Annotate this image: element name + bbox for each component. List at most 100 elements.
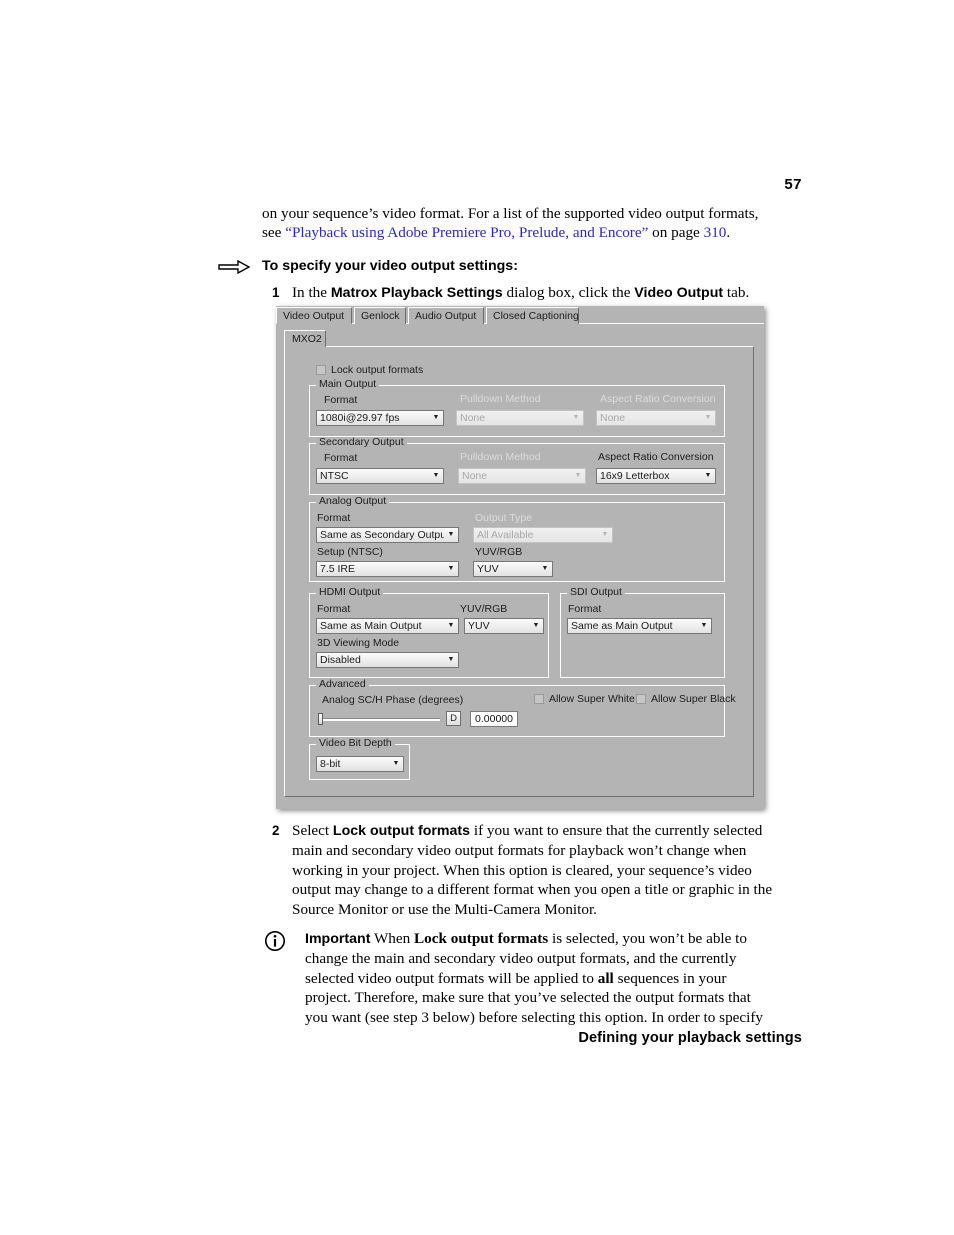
intro-line-2-middle: on page (648, 224, 704, 242)
secondary-output-format-combo[interactable]: NTSC ▼ (316, 468, 444, 484)
main-output-pulldown-value: None (460, 412, 486, 424)
main-output-aspect-combo: None ▼ (596, 410, 716, 426)
allow-super-black-checkbox[interactable] (636, 694, 646, 704)
secondary-output-format-value: NTSC (320, 470, 349, 482)
chevron-down-icon: ▼ (601, 531, 609, 538)
step-2-number: 2 (272, 823, 280, 838)
analog-yuvrgb-combo[interactable]: YUV ▼ (473, 561, 553, 577)
analog-output-format-combo[interactable]: Same as Secondary Output ▼ (316, 527, 459, 543)
allow-super-black-row[interactable]: Allow Super Black (636, 693, 736, 705)
mxo2-panel: Lock output formats Main Output Format P… (284, 346, 754, 797)
analog-sch-phase-label: Analog SC/H Phase (degrees) (322, 694, 464, 706)
tab-video-output-label: Video Output (283, 310, 345, 322)
allow-super-white-row[interactable]: Allow Super White (534, 693, 635, 705)
analog-output-group: Analog Output Format Output Type Same as… (309, 496, 725, 582)
allow-super-black-label: Allow Super Black (651, 693, 736, 705)
intro-line-2-prefix: see (262, 224, 286, 242)
analog-output-type-value: All Available (477, 529, 534, 541)
cross-reference-link[interactable]: “Playback using Adobe Premiere Pro, Prel… (285, 224, 648, 241)
main-output-group: Main Output Format Pulldown Method Aspec… (309, 379, 725, 437)
step-1-bold-1: Matrox Playback Settings (330, 284, 503, 301)
hdmi-format-value: Same as Main Output (320, 620, 422, 632)
main-output-format-combo[interactable]: 1080i@29.97 fps ▼ (316, 410, 444, 426)
analog-output-title: Analog Output (316, 496, 390, 507)
secondary-output-pulldown-value: None (462, 470, 488, 482)
video-bit-depth-combo[interactable]: 8-bit ▼ (316, 756, 404, 772)
sdi-format-value: Same as Main Output (571, 620, 673, 632)
tab-genlock-label: Genlock (361, 310, 400, 322)
step-1-bold-2: Video Output (634, 284, 724, 301)
intro-paragraph: on your sequence’s video format. For a l… (262, 204, 774, 243)
chevron-down-icon: ▼ (574, 472, 582, 479)
secondary-output-format-label: Format (324, 452, 358, 464)
subtab-mxo2-label: MXO2 (292, 333, 322, 345)
chevron-down-icon: ▼ (447, 565, 455, 572)
page-reference-link[interactable]: 310 (704, 224, 727, 241)
slider-thumb[interactable] (318, 713, 323, 725)
main-output-pulldown-label: Pulldown Method (460, 393, 541, 405)
chevron-down-icon: ▼ (541, 565, 549, 572)
tab-audio-output[interactable]: Audio Output (408, 307, 484, 324)
chevron-down-icon: ▼ (704, 414, 712, 421)
video-bit-depth-title: Video Bit Depth (316, 738, 395, 749)
analog-setup-label: Setup (NTSC) (317, 546, 383, 558)
page-footer: Defining your playback settings (578, 1030, 802, 1046)
tab-strip: Video Output Genlock Audio Output Closed… (276, 306, 764, 324)
hdmi-format-combo[interactable]: Same as Main Output ▼ (316, 618, 459, 634)
secondary-output-title: Secondary Output (316, 437, 407, 448)
chevron-down-icon: ▼ (447, 622, 455, 629)
secondary-output-pulldown-label: Pulldown Method (460, 451, 541, 463)
phase-default-button[interactable]: D (446, 711, 461, 726)
advanced-group: Advanced Analog SC/H Phase (degrees) D 0… (309, 679, 736, 737)
allow-super-white-checkbox[interactable] (534, 694, 544, 704)
secondary-output-pulldown-combo: None ▼ (458, 468, 586, 484)
lock-output-formats-checkbox[interactable] (316, 365, 326, 375)
hdmi-3d-viewing-combo[interactable]: Disabled ▼ (316, 652, 459, 668)
chevron-down-icon: ▼ (392, 760, 400, 767)
step-1: 1 In the Matrox Playback Settings dialog … (262, 283, 774, 303)
analog-output-format-value: Same as Secondary Output (320, 529, 444, 541)
tab-closed-captioning[interactable]: Closed Captioning (486, 307, 579, 324)
phase-default-button-label: D (450, 713, 457, 724)
intro-line-2-end: . (726, 224, 731, 242)
tab-genlock[interactable]: Genlock (354, 307, 406, 324)
analog-yuvrgb-value: YUV (477, 563, 499, 575)
important-note-bold-2: all (597, 969, 614, 987)
secondary-output-aspect-combo[interactable]: 16x9 Letterbox ▼ (596, 468, 716, 484)
hdmi-yuvrgb-value: YUV (468, 620, 490, 632)
sdi-format-combo[interactable]: Same as Main Output ▼ (567, 618, 712, 634)
procedure-heading-row: To specify your video output settings: (218, 257, 774, 275)
analog-output-format-label: Format (317, 512, 351, 524)
chevron-down-icon: ▼ (432, 472, 440, 479)
chevron-down-icon: ▼ (572, 414, 580, 421)
sdi-output-title: SDI Output (567, 587, 625, 598)
tab-video-output[interactable]: Video Output (276, 307, 352, 324)
subtab-mxo2[interactable]: MXO2 (284, 330, 326, 347)
arrow-bullet-icon (218, 259, 250, 274)
chevron-down-icon: ▼ (700, 622, 708, 629)
matrox-playback-settings-screenshot: Video Output Genlock Audio Output Closed… (276, 306, 764, 809)
video-bit-depth-value: 8-bit (320, 758, 341, 770)
analog-sch-phase-slider[interactable] (318, 713, 440, 725)
main-output-pulldown-combo: None ▼ (456, 410, 584, 426)
important-note-lead: Important (305, 931, 371, 948)
important-note-pre: When (370, 930, 415, 948)
analog-setup-combo[interactable]: 7.5 IRE ▼ (316, 561, 459, 577)
lock-output-formats-row[interactable]: Lock output formats (316, 364, 423, 376)
important-note: Important When Lock output formats is se… (262, 929, 774, 1027)
analog-sch-phase-value: 0.00000 (475, 713, 513, 725)
analog-sch-phase-input[interactable]: 0.00000 (470, 711, 518, 727)
tab-audio-output-label: Audio Output (415, 310, 477, 322)
step-1-mid: dialog box, click the (502, 283, 635, 301)
analog-output-type-combo: All Available ▼ (473, 527, 613, 543)
sdi-format-label: Format (568, 603, 602, 615)
chevron-down-icon: ▼ (447, 531, 455, 538)
chevron-down-icon: ▼ (432, 414, 440, 421)
hdmi-yuvrgb-combo[interactable]: YUV ▼ (464, 618, 544, 634)
secondary-output-aspect-label: Aspect Ratio Conversion (598, 451, 714, 463)
allow-super-white-label: Allow Super White (549, 693, 635, 705)
chevron-down-icon: ▼ (704, 472, 712, 479)
sdi-output-group: SDI Output Format Same as Main Output ▼ (560, 587, 725, 678)
analog-output-type-label: Output Type (475, 512, 533, 524)
page-number: 57 (784, 176, 802, 193)
